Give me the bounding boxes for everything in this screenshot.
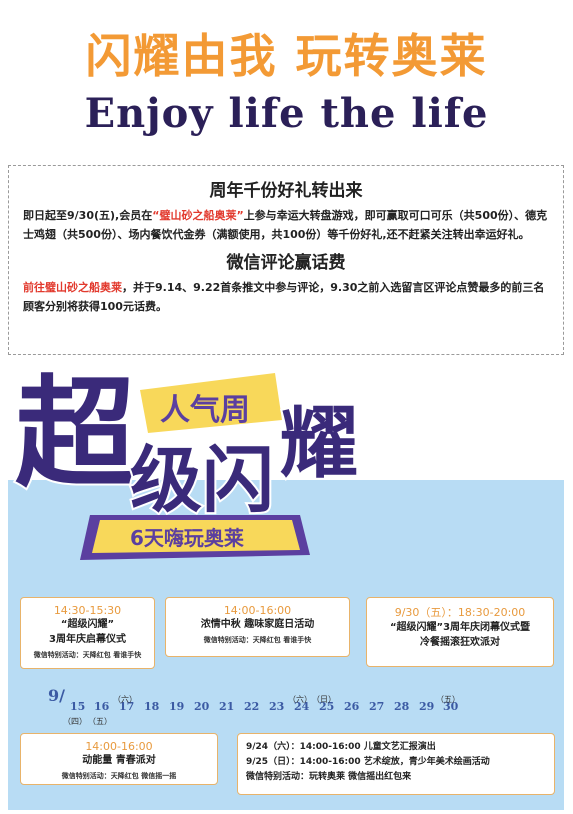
- info-p1-red: “璧山砂之船奥莱”: [152, 209, 244, 222]
- event-card-1: 14:30-15:30 “超级闪耀” 3周年庆启幕仪式 微信特别活动：天降红包 …: [20, 597, 155, 669]
- info-heading-2: 微信评论赢话费: [226, 253, 346, 273]
- banner-big-char-3: 耀: [280, 399, 358, 489]
- card1-time: 14:30-15:30: [53, 604, 122, 617]
- banner-big-char-2: 级闪: [130, 438, 274, 522]
- timeline-date: 26: [344, 700, 360, 713]
- info-box: 周年千份好礼转出来 即日起至9/30(五),会员在“璧山砂之船奥莱”上参与幸运大…: [8, 165, 564, 355]
- card1-small: 微信特别活动：天降红包 看谁手快: [33, 651, 142, 659]
- timeline-label-1: （四）: [63, 717, 87, 726]
- timeline-date: 22: [244, 700, 260, 713]
- info-p2-red: 前往璧山砂之船奥莱: [23, 281, 122, 294]
- banner-big-char-1: 超: [15, 365, 136, 504]
- event-card-5: 9/24（六）：14:00-16:00 儿童文艺汇报演出 9/25（日）：14:…: [237, 733, 555, 795]
- card3-line2: 冷餐摇滚狂欢派对: [420, 637, 500, 648]
- hero-subtitle: Enjoy life the life: [84, 90, 489, 137]
- event-card-2: 14:00-16:00 浓情中秋 趣味家庭日活动 微信特别活动：天降红包 看谁手…: [165, 597, 350, 657]
- event-card-4: 14:00-16:00 动能量 青春派对 微信特别活动：天降红包 微信摇一摇: [20, 733, 218, 785]
- timeline-label-3: （六）: [113, 695, 137, 704]
- timeline-label-2: （五）: [88, 717, 112, 726]
- hero-title: 闪耀由我 玩转奥莱: [85, 29, 488, 83]
- timeline-label-5: （日）: [312, 695, 336, 704]
- timeline-date: 21: [219, 700, 235, 713]
- banner-strip-text: 6天嗨玩奥莱: [130, 526, 244, 550]
- info-paragraph-1: 即日起至9/30(五),会员在“璧山砂之船奥莱”上参与幸运大转盘游戏，即可赢取可…: [23, 206, 549, 244]
- card1-line2: 3周年庆启幕仪式: [49, 634, 126, 645]
- card2-time: 14:00-16:00: [223, 604, 292, 617]
- info-paragraph-2: 前往璧山砂之船奥莱，并于9.14、9.22首条推文中参与评论，9.30之前入选留…: [23, 278, 549, 316]
- timeline-date: 27: [369, 700, 385, 713]
- info-p1-a: 即日起至9/30(五),会员在: [23, 209, 153, 222]
- card5-line2: 9/25（日）：14:00-16:00 艺术绽放，青少年美术绘画活动: [246, 757, 490, 767]
- card4-line1: 动能量 青春派对: [82, 755, 156, 766]
- card1-line1: “超级闪耀”: [60, 619, 115, 630]
- info-heading-1: 周年千份好礼转出来: [209, 181, 363, 201]
- timeline-date: 19: [169, 700, 185, 713]
- timeline-date: 28: [394, 700, 410, 713]
- timeline-date: 18: [144, 700, 160, 713]
- card3-line1: “超级闪耀”3周年庆闭幕仪式暨: [389, 622, 531, 633]
- timeline-date: 29: [419, 700, 435, 713]
- card3-time: 9/30（五）：18:30-20:00: [394, 606, 526, 619]
- timeline-label-4: （六）: [288, 695, 312, 704]
- card2-line1: 浓情中秋 趣味家庭日活动: [200, 619, 315, 630]
- event-card-3: 9/30（五）：18:30-20:00 “超级闪耀”3周年庆闭幕仪式暨 冷餐摇滚…: [366, 597, 554, 667]
- timeline-label-6: （五）: [436, 695, 460, 704]
- timeline-date: 16: [94, 700, 110, 713]
- card4-small: 微信特别活动：天降红包 微信摇一摇: [61, 772, 177, 780]
- timeline-date: 23: [269, 700, 285, 713]
- card2-small: 微信特别活动：天降红包 看谁手快: [203, 636, 312, 644]
- timeline-date: 15: [70, 700, 86, 713]
- card4-time: 14:00-16:00: [85, 740, 153, 753]
- card5-line3: 微信特别活动：玩转奥莱 微信摇出红包来: [246, 772, 412, 782]
- timeline-date: 20: [194, 700, 210, 713]
- card5-line1: 9/24（六）：14:00-16:00 儿童文艺汇报演出: [246, 742, 436, 752]
- banner-ribbon-text: 人气周: [160, 393, 250, 428]
